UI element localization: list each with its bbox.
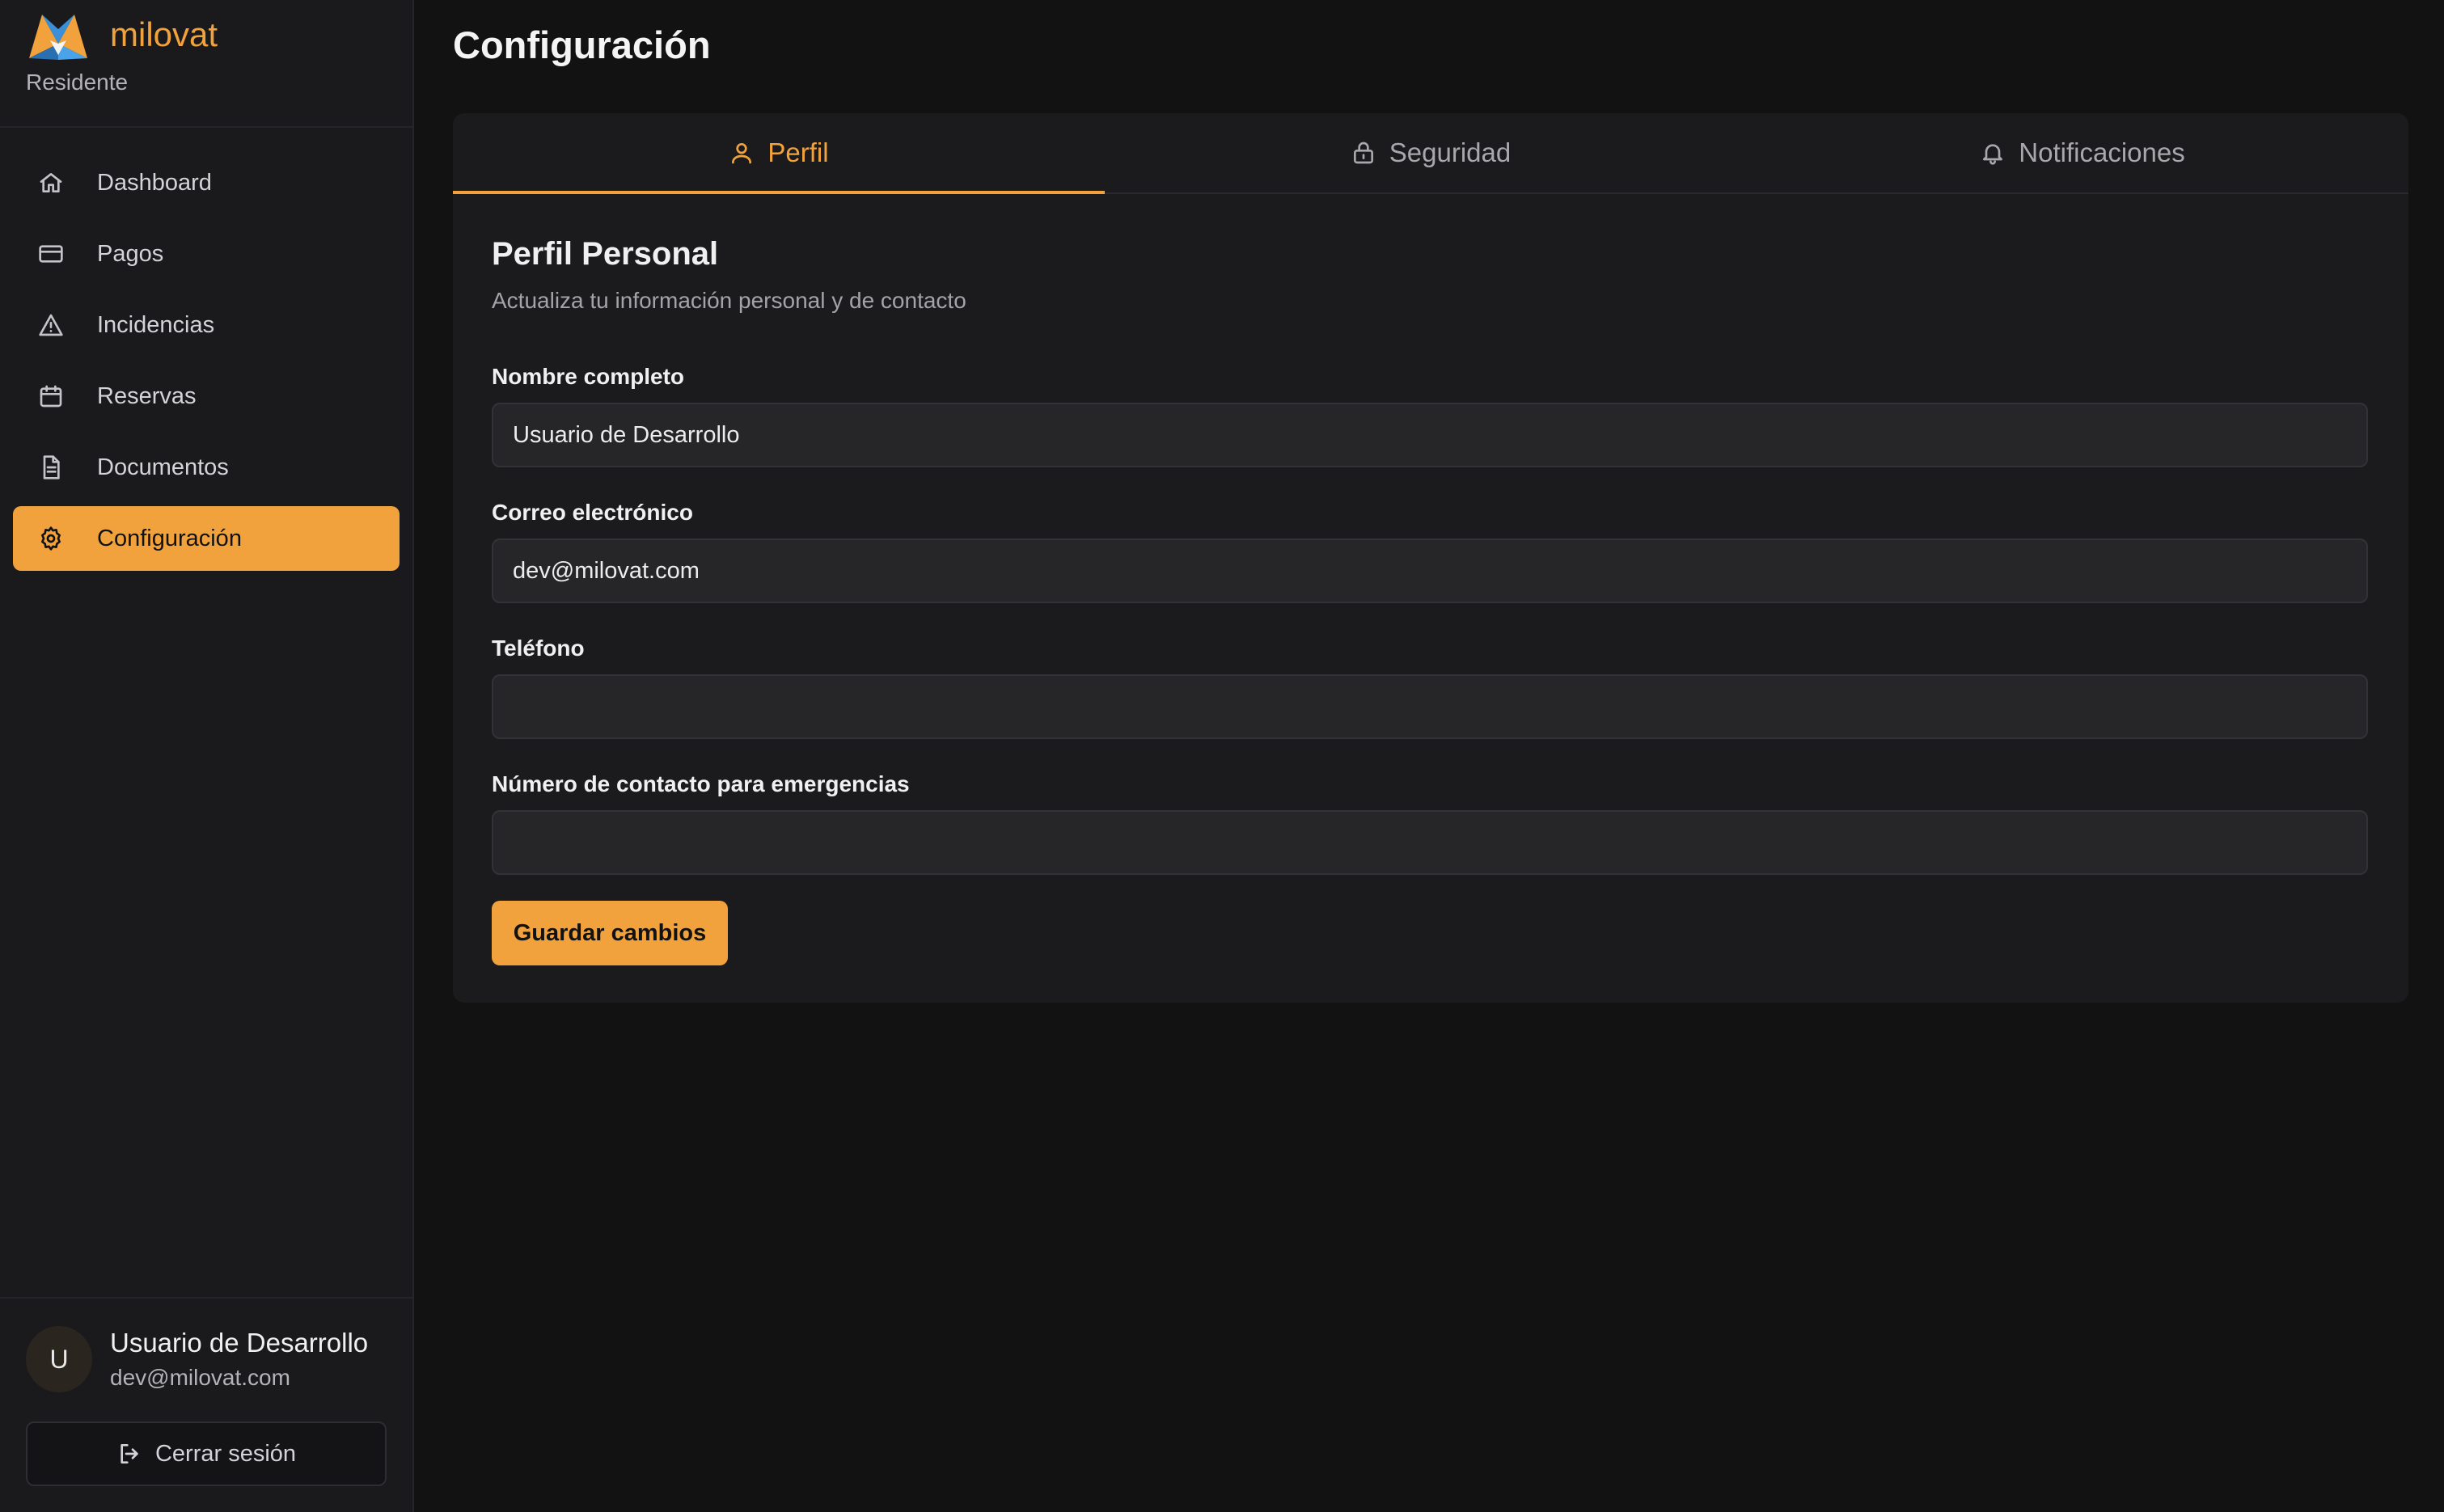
brand: milovat Residente <box>26 8 218 126</box>
full-name-input[interactable] <box>492 403 2368 467</box>
tab-label: Seguridad <box>1389 137 1512 167</box>
sidebar-item-incidencias[interactable]: Incidencias <box>13 293 400 357</box>
sidebar-item-label: Reservas <box>97 382 197 409</box>
sidebar-item-configuracion[interactable]: Configuración <box>13 506 400 571</box>
brand-name: milovat <box>110 15 218 53</box>
home-icon <box>37 169 65 196</box>
calendar-icon <box>37 382 65 410</box>
save-button[interactable]: Guardar cambios <box>492 901 728 965</box>
user-card: U Usuario de Desarrollo dev@milovat.com <box>26 1326 368 1392</box>
sidebar-nav: Dashboard Pagos Incidencias Reservas Doc… <box>13 150 400 577</box>
settings-panel: Perfil Seguridad Notificaciones Perfil P… <box>453 113 2408 1003</box>
user-icon <box>732 143 752 164</box>
tab-notificaciones[interactable]: Notificaciones <box>1757 113 2408 192</box>
credit-card-icon <box>37 240 65 268</box>
settings-tabs: Perfil Seguridad Notificaciones <box>453 113 2408 194</box>
sidebar-item-dashboard[interactable]: Dashboard <box>13 150 400 215</box>
full-name-label: Nombre completo <box>492 364 685 389</box>
user-email: dev@milovat.com <box>110 1365 290 1390</box>
avatar: U <box>26 1326 92 1392</box>
lock-icon <box>1353 141 1373 164</box>
section-title: Perfil Personal <box>492 236 719 272</box>
sidebar-item-reservas[interactable]: Reservas <box>13 364 400 429</box>
sidebar-item-pagos[interactable]: Pagos <box>13 222 400 286</box>
bell-icon <box>1983 144 2003 165</box>
email-label: Correo electrónico <box>492 500 693 525</box>
brand-role: Residente <box>26 70 129 95</box>
tab-label: Perfil <box>767 137 829 167</box>
user-name: Usuario de Desarrollo <box>110 1328 369 1358</box>
logout-button[interactable]: Cerrar sesión <box>26 1421 387 1486</box>
page-title: Configuración <box>453 23 711 66</box>
section-subtitle: Actualiza tu información personal y de c… <box>492 288 966 313</box>
logout-label: Cerrar sesión <box>154 1440 297 1467</box>
sidebar: milovat Residente Dashboard Pagos Incide… <box>0 0 414 1512</box>
sidebar-item-label: Incidencias <box>97 311 215 338</box>
email-input[interactable] <box>492 538 2368 603</box>
sidebar-footer-divider <box>0 1297 412 1299</box>
gear-icon <box>37 525 65 552</box>
tab-seguridad[interactable]: Seguridad <box>1105 113 1757 192</box>
tab-label: Notificaciones <box>2019 137 2185 167</box>
emergency-contact-input[interactable] <box>492 810 2368 875</box>
emergency-contact-label: Número de contacto para emergencias <box>492 771 910 796</box>
sidebar-item-label: Dashboard <box>97 169 212 196</box>
warning-triangle-icon <box>37 311 65 339</box>
sidebar-divider <box>0 126 412 128</box>
logout-icon <box>121 1444 138 1463</box>
sidebar-item-label: Pagos <box>97 240 164 267</box>
phone-label: Teléfono <box>492 636 585 661</box>
phone-input[interactable] <box>492 674 2368 739</box>
milovat-logo[interactable] <box>26 8 91 61</box>
sidebar-item-label: Configuración <box>97 525 242 551</box>
sidebar-item-label: Documentos <box>97 454 229 480</box>
document-icon <box>37 454 65 481</box>
tab-perfil[interactable]: Perfil <box>453 113 1105 194</box>
sidebar-item-documentos[interactable]: Documentos <box>13 435 400 500</box>
